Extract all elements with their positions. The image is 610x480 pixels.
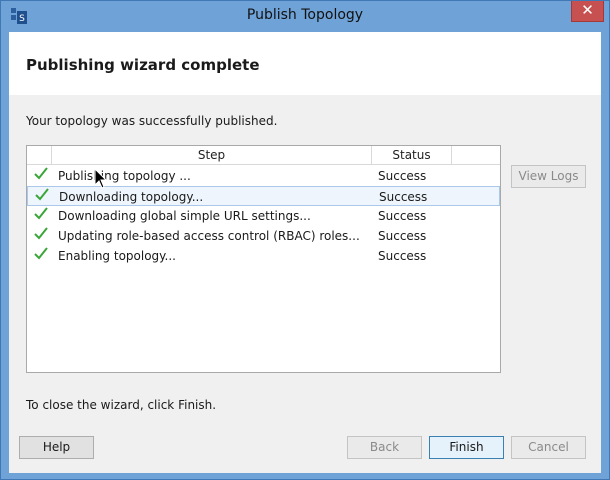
step-text: Enabling topology... (58, 249, 176, 263)
help-button[interactable]: Help (19, 436, 94, 459)
cancel-button[interactable]: Cancel (511, 436, 586, 459)
step-text: Downloading topology... (59, 190, 204, 204)
wizard-header: Publishing wizard complete (9, 32, 601, 95)
column-header-status[interactable]: Status (372, 146, 452, 165)
check-icon (35, 188, 49, 201)
close-instruction: To close the wizard, click Finish. (26, 398, 217, 412)
title-bar[interactable]: S Publish Topology ✕ (1, 1, 609, 32)
publish-topology-window: S Publish Topology ✕ Publishing wizard c… (0, 0, 610, 480)
check-icon (34, 227, 48, 240)
step-text: Updating role-based access control (RBAC… (58, 229, 360, 243)
step-text: Publishing topology ... (58, 169, 191, 183)
mouse-cursor-icon (94, 168, 108, 189)
status-text: Success (379, 190, 428, 204)
status-text: Success (378, 209, 427, 223)
step-text: Downloading global simple URL settings..… (58, 209, 311, 223)
table-row[interactable]: Downloading global simple URL settings..… (27, 206, 500, 226)
back-button[interactable]: Back (347, 436, 422, 459)
column-header-icon[interactable] (27, 146, 52, 165)
table-row[interactable]: Enabling topology... Success (27, 246, 500, 266)
view-logs-button[interactable]: View Logs (511, 165, 586, 188)
status-text: Success (378, 229, 427, 243)
close-window-button[interactable]: ✕ (571, 1, 604, 22)
column-header-step[interactable]: Step (52, 146, 372, 165)
window-title: Publish Topology (246, 7, 364, 23)
status-text: Success (378, 169, 427, 183)
status-text: Success (378, 249, 427, 263)
finish-button[interactable]: Finish (429, 436, 504, 459)
check-icon (34, 247, 48, 260)
check-icon (34, 167, 48, 180)
page-title: Publishing wizard complete (26, 56, 260, 74)
table-row[interactable]: Updating role-based access control (RBAC… (27, 226, 500, 246)
column-header-extra[interactable] (452, 146, 500, 165)
wizard-client-area: Publishing wizard complete Your topology… (9, 32, 601, 473)
list-header: Step Status (27, 146, 500, 165)
success-message: Your topology was successfully published… (26, 114, 278, 128)
check-icon (34, 207, 48, 220)
